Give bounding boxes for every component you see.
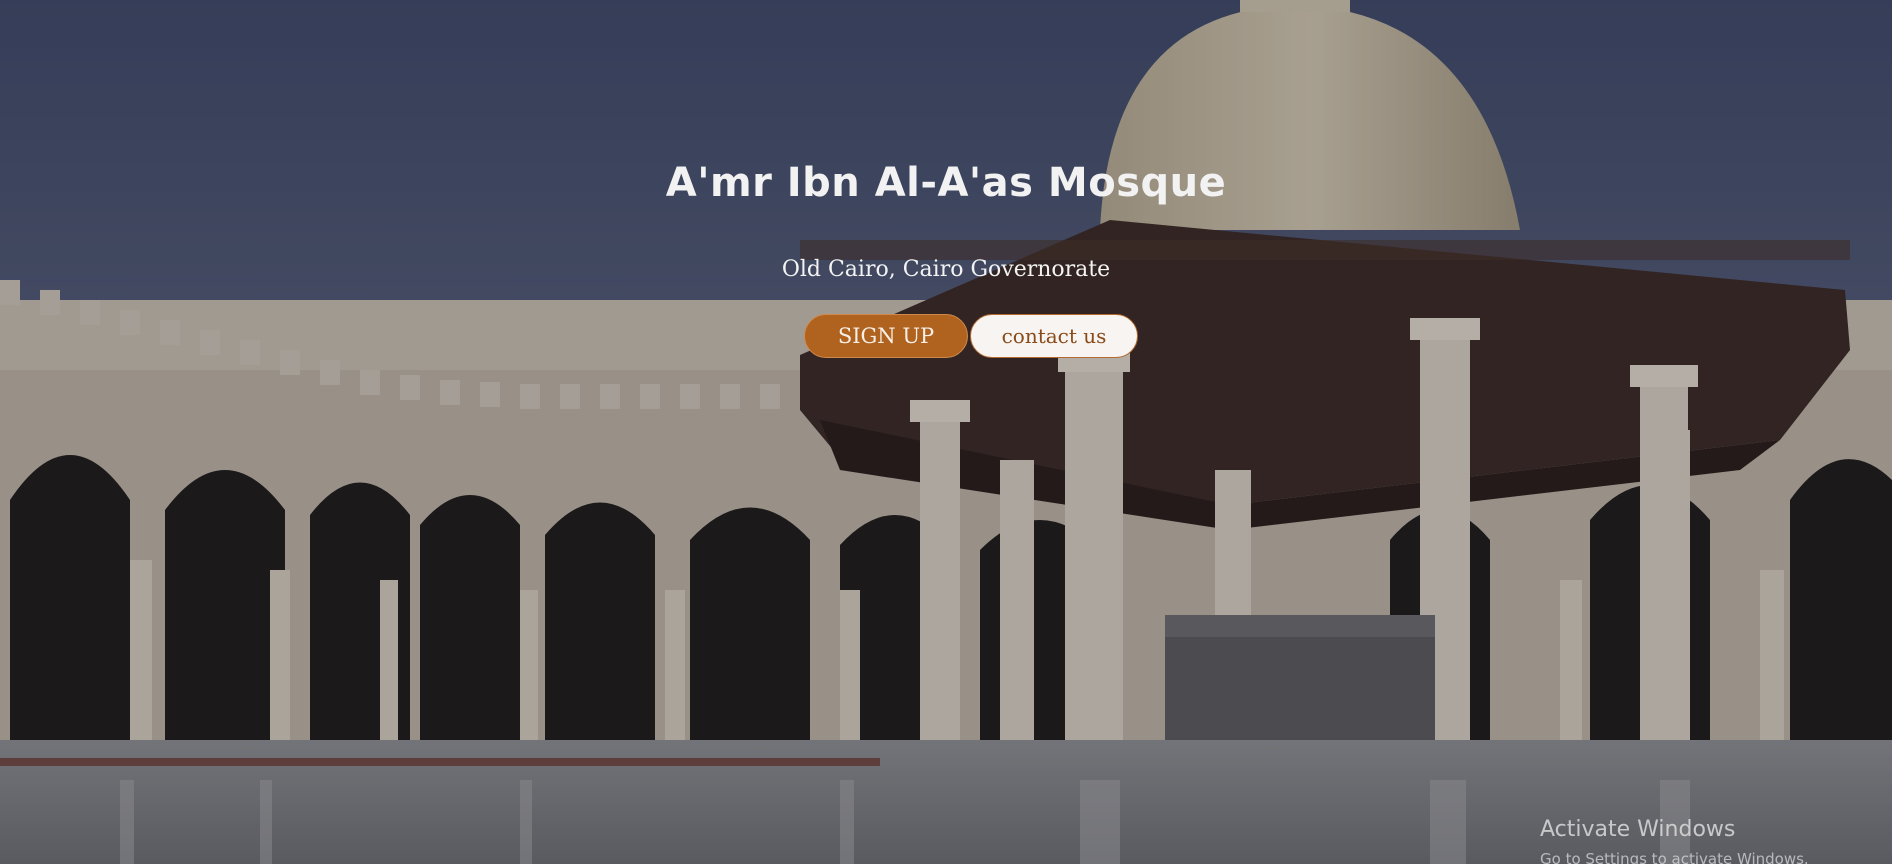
page-title: A'mr Ibn Al-A'as Mosque: [665, 160, 1227, 206]
hero-section: A'mr Ibn Al-A'as Mosque Old Cairo, Cairo…: [0, 0, 1892, 864]
activate-windows-watermark: Activate Windows: [1540, 817, 1736, 842]
hero-button-group: SIGN UP contact us: [804, 314, 1138, 358]
contact-us-label: contact us: [1001, 324, 1107, 348]
location-subtitle: Old Cairo, Cairo Governorate: [781, 257, 1111, 282]
sign-up-button[interactable]: SIGN UP: [804, 314, 968, 358]
hero-content: A'mr Ibn Al-A'as Mosque Old Cairo, Cairo…: [0, 0, 1892, 864]
sign-up-label: SIGN UP: [837, 324, 935, 348]
activate-windows-hint: Go to Settings to activate Windows.: [1540, 850, 1809, 864]
contact-us-button[interactable]: contact us: [970, 314, 1138, 358]
